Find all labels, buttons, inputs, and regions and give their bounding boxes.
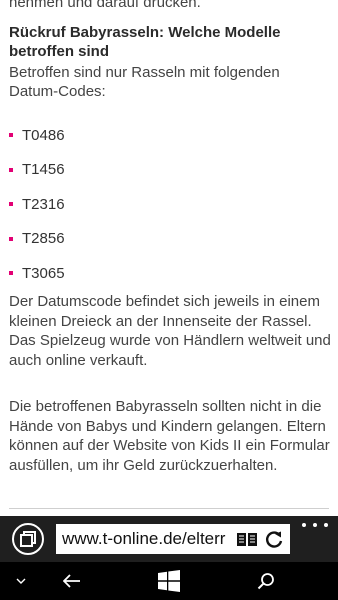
date-code: T1456 (22, 161, 65, 179)
paragraph-date-code-location: Der Datumscode befindet sich jeweils in … (9, 293, 331, 369)
search-icon (257, 573, 274, 590)
list-item: T3065 (0, 256, 338, 291)
intro-text: Betroffen sind nur Rasseln mit folgenden… (9, 64, 280, 100)
address-field[interactable]: www.t-online.de/elterr (56, 524, 290, 554)
list-item: T2856 (0, 222, 338, 257)
search-button[interactable] (250, 562, 282, 600)
refresh-icon[interactable] (264, 529, 284, 549)
article-heading: Rückruf Babyrasseln: Welche Modelle betr… (9, 24, 281, 60)
date-code-list: T0486 T1456 T2316 T2856 T3065 (0, 118, 338, 291)
web-page-content: nehmen und darauf drücken. Rückruf Babyr… (0, 0, 338, 516)
date-code: T3065 (22, 264, 65, 282)
more-icon (302, 523, 306, 527)
start-button[interactable] (152, 562, 186, 600)
back-arrow-icon (63, 574, 80, 588)
hide-navbar-button[interactable] (6, 562, 36, 600)
bullet-icon (9, 133, 13, 138)
divider (9, 508, 329, 509)
bullet-icon (9, 236, 13, 241)
bullet-icon (9, 271, 13, 276)
bullet-icon (9, 202, 13, 207)
reading-view-icon[interactable] (236, 530, 258, 548)
browser-address-bar: www.t-online.de/elterr (0, 516, 338, 562)
chevron-down-icon (16, 578, 26, 584)
more-icon (313, 523, 317, 527)
list-item: T1456 (0, 153, 338, 188)
date-code: T0486 (22, 126, 65, 144)
windows-icon (158, 570, 180, 592)
tabs-button[interactable] (12, 523, 44, 555)
list-item: T2316 (0, 187, 338, 222)
bullet-icon (9, 167, 13, 172)
partial-text-line: nehmen und darauf drücken. (9, 0, 201, 11)
date-code: T2316 (22, 195, 65, 213)
paragraph-refund-info: Die betroffenen Babyrasseln sollten nich… (9, 398, 330, 474)
tabs-icon (20, 531, 36, 547)
url-text[interactable]: www.t-online.de/elterr (62, 529, 230, 549)
back-button[interactable] (56, 562, 88, 600)
more-icon (324, 523, 328, 527)
list-item: T0486 (0, 118, 338, 153)
date-code: T2856 (22, 230, 65, 248)
more-button[interactable] (302, 518, 328, 532)
system-navigation-bar (0, 562, 338, 600)
